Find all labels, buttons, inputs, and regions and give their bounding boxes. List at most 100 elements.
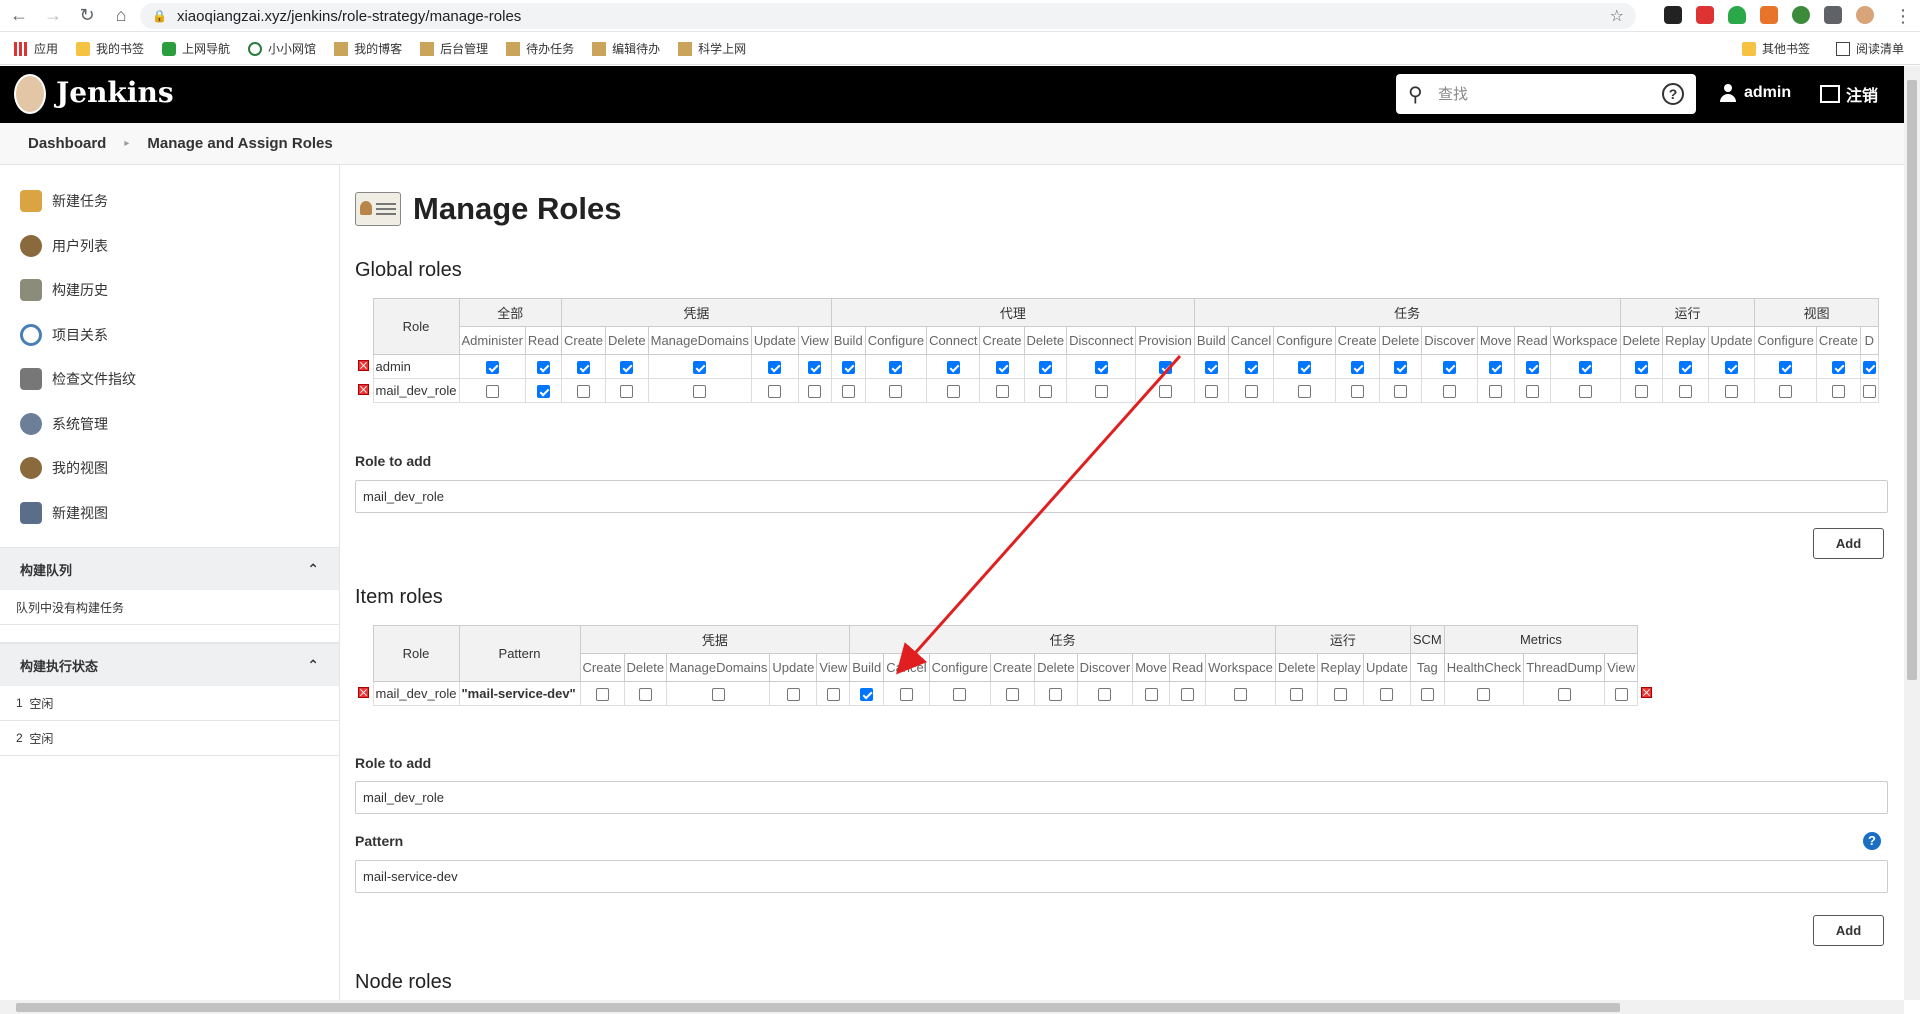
permission-checkbox[interactable] <box>826 688 840 702</box>
permission-checkbox[interactable] <box>1297 361 1311 375</box>
bookmark-other[interactable]: 其他书签 <box>1742 40 1810 57</box>
permission-checkbox[interactable] <box>1678 361 1692 375</box>
globe-extension-icon[interactable] <box>1792 6 1810 24</box>
permission-checkbox[interactable] <box>1862 385 1876 399</box>
permission-checkbox[interactable] <box>1525 385 1539 399</box>
permission-checkbox[interactable] <box>1038 361 1052 375</box>
bookmark-item[interactable]: 科学上网 <box>678 40 746 57</box>
search-input[interactable] <box>1438 82 1648 106</box>
permission-checkbox[interactable] <box>841 385 855 399</box>
scroll-thumb[interactable] <box>1907 80 1917 680</box>
vertical-scrollbar[interactable] <box>1904 66 1920 1000</box>
executor-status-header[interactable]: 构建执行状态 ⌃ <box>0 643 339 686</box>
permission-checkbox[interactable] <box>1204 385 1218 399</box>
reload-icon[interactable]: ↻ <box>72 1 102 31</box>
permission-checkbox[interactable] <box>1297 385 1311 399</box>
chevron-up-icon[interactable]: ⌃ <box>307 561 319 578</box>
global-role-to-add-input[interactable]: mail_dev_role <box>355 480 1888 513</box>
permission-checkbox[interactable] <box>1094 361 1108 375</box>
permission-checkbox[interactable] <box>1380 688 1394 702</box>
permission-checkbox[interactable] <box>768 361 782 375</box>
permission-checkbox[interactable] <box>595 688 609 702</box>
permission-checkbox[interactable] <box>485 385 499 399</box>
permission-checkbox[interactable] <box>1634 385 1648 399</box>
permission-checkbox[interactable] <box>711 688 725 702</box>
permission-checkbox[interactable] <box>786 688 800 702</box>
address-bar[interactable]: 🔒 xiaoqiangzai.xyz/jenkins/role-strategy… <box>140 3 1636 29</box>
bookmark-item[interactable]: 我的书签 <box>76 40 144 57</box>
permission-checkbox[interactable] <box>1420 688 1434 702</box>
permission-checkbox[interactable] <box>1831 361 1845 375</box>
permission-checkbox[interactable] <box>946 361 960 375</box>
global-add-button[interactable]: Add <box>1813 528 1884 559</box>
bookmark-item[interactable]: 后台管理 <box>420 40 488 57</box>
forward-icon[interactable]: → <box>38 1 68 31</box>
permission-checkbox[interactable] <box>889 385 903 399</box>
permission-checkbox[interactable] <box>768 385 782 399</box>
permission-checkbox[interactable] <box>889 361 903 375</box>
user-link[interactable]: admin <box>1720 84 1791 102</box>
permission-checkbox[interactable] <box>1443 385 1457 399</box>
permission-checkbox[interactable] <box>1779 385 1793 399</box>
breadcrumb-dashboard[interactable]: Dashboard <box>28 135 106 152</box>
permission-checkbox[interactable] <box>1098 688 1112 702</box>
permission-checkbox[interactable] <box>1350 361 1364 375</box>
permission-checkbox[interactable] <box>1393 361 1407 375</box>
permission-checkbox[interactable] <box>1393 385 1407 399</box>
permission-checkbox[interactable] <box>1578 385 1592 399</box>
permission-checkbox[interactable] <box>536 361 550 375</box>
puzzle-icon[interactable] <box>1824 6 1842 24</box>
item-add-button[interactable]: Add <box>1813 915 1884 946</box>
permission-checkbox[interactable] <box>1831 385 1845 399</box>
breadcrumb-current[interactable]: Manage and Assign Roles <box>147 135 332 152</box>
delete-icon[interactable] <box>358 360 370 371</box>
menu-kebab-icon[interactable]: ⋮ <box>1888 1 1918 31</box>
permission-checkbox[interactable] <box>995 361 1009 375</box>
sidebar-item-new-view[interactable]: 新建视图 <box>0 491 339 536</box>
permission-checkbox[interactable] <box>1144 688 1158 702</box>
permission-checkbox[interactable] <box>1489 385 1503 399</box>
permission-checkbox[interactable] <box>1233 688 1247 702</box>
permission-checkbox[interactable] <box>1557 688 1571 702</box>
permission-checkbox[interactable] <box>1634 361 1648 375</box>
bookmark-item[interactable]: 小小网馆 <box>248 40 316 57</box>
pattern-help-icon[interactable]: ? <box>1863 832 1881 850</box>
jenkins-logo-icon[interactable] <box>14 74 46 114</box>
permission-checkbox[interactable] <box>1158 385 1172 399</box>
permission-checkbox[interactable] <box>620 361 634 375</box>
permission-checkbox[interactable] <box>1290 688 1304 702</box>
bookmark-item[interactable]: 待办任务 <box>506 40 574 57</box>
permission-checkbox[interactable] <box>860 688 874 702</box>
permission-checkbox[interactable] <box>1678 385 1692 399</box>
sidebar-item-build-history[interactable]: 构建历史 <box>0 268 339 313</box>
permission-checkbox[interactable] <box>693 361 707 375</box>
permission-checkbox[interactable] <box>1725 361 1738 375</box>
permission-checkbox[interactable] <box>1477 688 1491 702</box>
permission-checkbox[interactable] <box>1181 688 1195 702</box>
permission-checkbox[interactable] <box>1443 361 1457 375</box>
help-icon[interactable]: ? <box>1662 83 1684 105</box>
scroll-thumb[interactable] <box>16 1003 1620 1012</box>
permission-checkbox[interactable] <box>1489 361 1503 375</box>
delete-icon[interactable] <box>1641 687 1653 698</box>
horizontal-scrollbar[interactable] <box>0 1000 1904 1014</box>
home-icon[interactable]: ⌂ <box>106 1 136 31</box>
permission-checkbox[interactable] <box>577 361 591 375</box>
permission-checkbox[interactable] <box>485 361 499 375</box>
permission-checkbox[interactable] <box>620 385 634 399</box>
item-role-to-add-input[interactable]: mail_dev_role <box>355 781 1888 814</box>
permission-checkbox[interactable] <box>995 385 1009 399</box>
extension-icon[interactable] <box>1664 6 1682 24</box>
sidebar-item-new-job[interactable]: 新建任务 <box>0 179 339 224</box>
permission-checkbox[interactable] <box>841 361 855 375</box>
permission-checkbox[interactable] <box>946 385 960 399</box>
role-pattern-link[interactable]: "mail-service-dev" <box>458 681 581 706</box>
permission-checkbox[interactable] <box>1350 385 1364 399</box>
permission-checkbox[interactable] <box>808 361 822 375</box>
extension-icon[interactable] <box>1760 6 1778 24</box>
permission-checkbox[interactable] <box>1862 361 1876 375</box>
permission-checkbox[interactable] <box>808 385 822 399</box>
back-icon[interactable]: ← <box>4 1 34 31</box>
sidebar-item-my-views[interactable]: 我的视图 <box>0 446 339 491</box>
pattern-input[interactable]: mail-service-dev <box>355 860 1888 893</box>
